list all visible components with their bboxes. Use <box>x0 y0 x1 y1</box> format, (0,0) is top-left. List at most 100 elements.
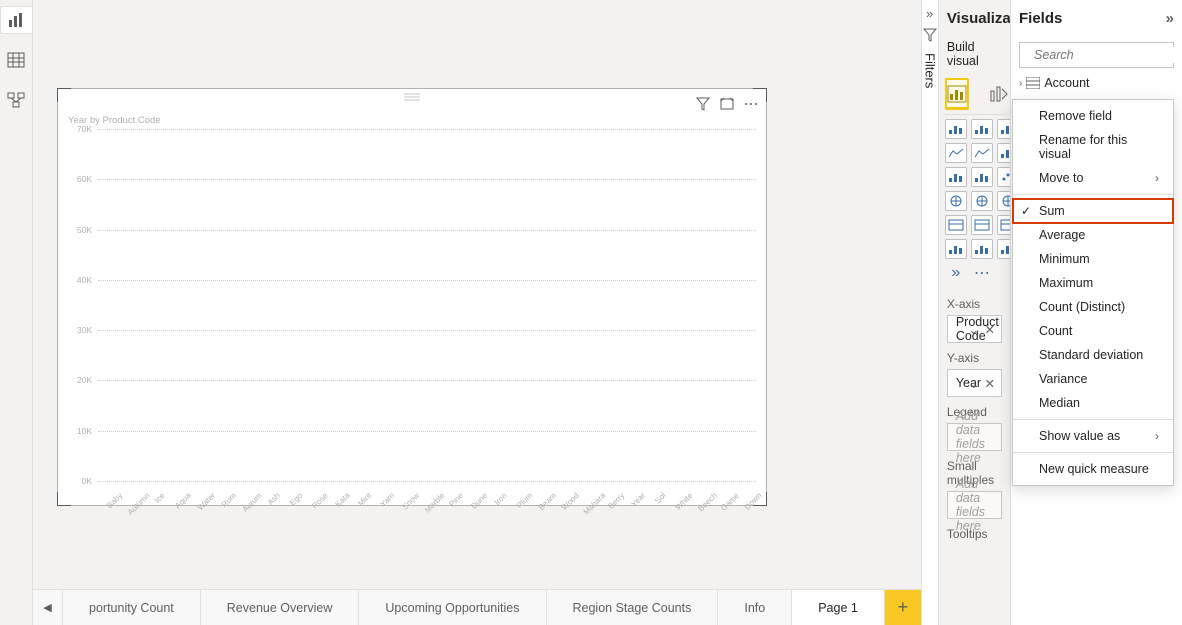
viz-type-area[interactable] <box>971 143 993 163</box>
menu-std-dev[interactable]: Standard deviation <box>1013 343 1173 367</box>
viz-type-decomposition-tree[interactable] <box>945 239 967 259</box>
viz-type-slicer[interactable] <box>971 215 993 235</box>
y-tick: 60K <box>77 174 92 184</box>
remove-field-icon[interactable]: ✕ <box>985 322 995 337</box>
viz-type-funnel[interactable] <box>971 167 993 187</box>
bar-category-label: Baby <box>105 491 124 510</box>
filter-icon[interactable] <box>696 97 710 111</box>
page-tab[interactable]: Revenue Overview <box>201 590 360 625</box>
menu-remove-field[interactable]: Remove field <box>1013 104 1173 128</box>
y-tick: 20K <box>77 375 92 385</box>
viz-type-stacked-100-bar[interactable] <box>997 119 1010 139</box>
bar-chart-visual[interactable]: Year by Product Code 0K10K20K30K40K50K60… <box>57 88 767 506</box>
viz-type-narrative[interactable] <box>997 239 1010 259</box>
viz-type-azure-map[interactable] <box>997 191 1010 211</box>
format-icon <box>989 85 1009 103</box>
bar-category-label: White <box>674 491 695 512</box>
bar-category-label: Ash <box>266 491 282 507</box>
gridline <box>98 481 756 482</box>
report-canvas[interactable]: Year by Product Code 0K10K20K30K40K50K60… <box>33 0 921 589</box>
viz-type-scatter[interactable] <box>997 167 1010 187</box>
chevron-down-icon[interactable]: ⌄ <box>969 376 979 391</box>
build-icon <box>947 85 967 103</box>
visual-toolbar <box>696 97 758 111</box>
viz-type-arcgis[interactable]: » <box>945 263 967 283</box>
viz-type-waterfall[interactable] <box>945 167 967 187</box>
model-view-button[interactable] <box>2 86 30 114</box>
bar-category-label: Wood <box>560 491 581 512</box>
fields-search[interactable] <box>1019 42 1174 68</box>
chevron-right-icon: › <box>1155 429 1159 443</box>
resize-handle-tl[interactable] <box>57 88 71 102</box>
viz-type-filled-map[interactable] <box>971 191 993 211</box>
menu-minimum[interactable]: Minimum <box>1013 247 1173 271</box>
menu-count-distinct[interactable]: Count (Distinct) <box>1013 295 1173 319</box>
bar-category-label: Beam <box>537 491 558 512</box>
bar-category-label: Autumn <box>126 491 152 517</box>
menu-median[interactable]: Median <box>1013 391 1173 415</box>
resize-handle-bl[interactable] <box>57 492 71 506</box>
viz-type-stacked-area[interactable] <box>997 143 1010 163</box>
bar-category-label: Dune <box>469 491 489 511</box>
report-view-button[interactable] <box>0 6 32 34</box>
viz-type-qa[interactable] <box>971 239 993 259</box>
tab-scroll-left[interactable]: ◀ <box>33 590 63 625</box>
build-tabs <box>939 74 1010 110</box>
bar-category-label: Sol <box>653 491 668 506</box>
page-tab[interactable]: Info <box>718 590 792 625</box>
legend-placeholder: Add data fields here <box>956 409 993 465</box>
bar-category-label: Aqua <box>174 491 194 511</box>
viz-type-map[interactable] <box>945 191 967 211</box>
menu-rename[interactable]: Rename for this visual <box>1013 128 1173 166</box>
build-visual-tab[interactable] <box>945 78 969 110</box>
xaxis-well[interactable]: Product Code ⌄ ✕ <box>947 315 1002 343</box>
menu-count[interactable]: Count <box>1013 319 1173 343</box>
menu-maximum[interactable]: Maximum <box>1013 271 1173 295</box>
bar-category-label: Plum <box>515 491 534 510</box>
chevron-down-icon[interactable]: ⌄ <box>969 322 979 337</box>
menu-move-to[interactable]: Move to› <box>1013 166 1173 190</box>
filter-pane-icon <box>922 27 938 43</box>
bar-chart-icon <box>8 12 26 28</box>
xaxis-label: X-axis <box>947 297 1002 311</box>
viz-type-line[interactable] <box>945 143 967 163</box>
add-page-button[interactable]: + <box>885 590 921 625</box>
viz-type-more[interactable]: ⋯ <box>971 263 993 283</box>
menu-new-quick-measure[interactable]: New quick measure <box>1013 457 1173 481</box>
data-view-button[interactable] <box>2 46 30 74</box>
bar-category-label: Beech <box>696 491 718 513</box>
more-options-icon[interactable] <box>744 97 758 111</box>
legend-well[interactable]: Add data fields here <box>947 423 1002 451</box>
bar-category-label: Rose <box>310 491 330 511</box>
menu-average[interactable]: Average <box>1013 223 1173 247</box>
expand-filters-icon[interactable]: « <box>926 6 933 21</box>
field-context-menu: Remove field Rename for this visual Move… <box>1012 99 1174 486</box>
page-tab[interactable]: Region Stage Counts <box>547 590 719 625</box>
page-tab[interactable]: portunity Count <box>63 590 201 625</box>
view-rail <box>0 0 33 625</box>
viz-type-table[interactable] <box>997 215 1010 235</box>
bar-category-label: Marble <box>423 491 447 515</box>
visual-drag-handle[interactable] <box>404 93 420 101</box>
smallmult-placeholder: Add data fields here <box>956 477 993 533</box>
remove-field-icon[interactable]: ✕ <box>985 376 995 391</box>
search-input[interactable] <box>1032 47 1182 63</box>
smallmult-well[interactable]: Add data fields here <box>947 491 1002 519</box>
collapse-fields-pane-icon[interactable]: » <box>1166 10 1174 27</box>
focus-mode-icon[interactable] <box>720 97 734 111</box>
viz-type-kpi[interactable] <box>945 215 967 235</box>
menu-show-value-as[interactable]: Show value as› <box>1013 424 1173 448</box>
viz-type-clustered-bar[interactable] <box>971 119 993 139</box>
menu-variance[interactable]: Variance <box>1013 367 1173 391</box>
field-wells: X-axis Product Code ⌄ ✕ Y-axis Year ⌄ ✕ … <box>939 287 1010 551</box>
field-tree-item-account[interactable]: › Account <box>1011 74 1182 92</box>
bar-category-label: Iron <box>493 491 509 507</box>
format-visual-tab[interactable] <box>989 78 1009 110</box>
viz-type-stacked-bar[interactable] <box>945 119 967 139</box>
menu-sum[interactable]: Sum <box>1013 199 1173 223</box>
bar-category-label: Water <box>196 491 217 512</box>
page-tab[interactable]: Upcoming Opportunities <box>359 590 546 625</box>
page-tab[interactable]: Page 1 <box>792 590 885 625</box>
bar-category-label: Ego <box>288 491 304 507</box>
yaxis-well[interactable]: Year ⌄ ✕ <box>947 369 1002 397</box>
